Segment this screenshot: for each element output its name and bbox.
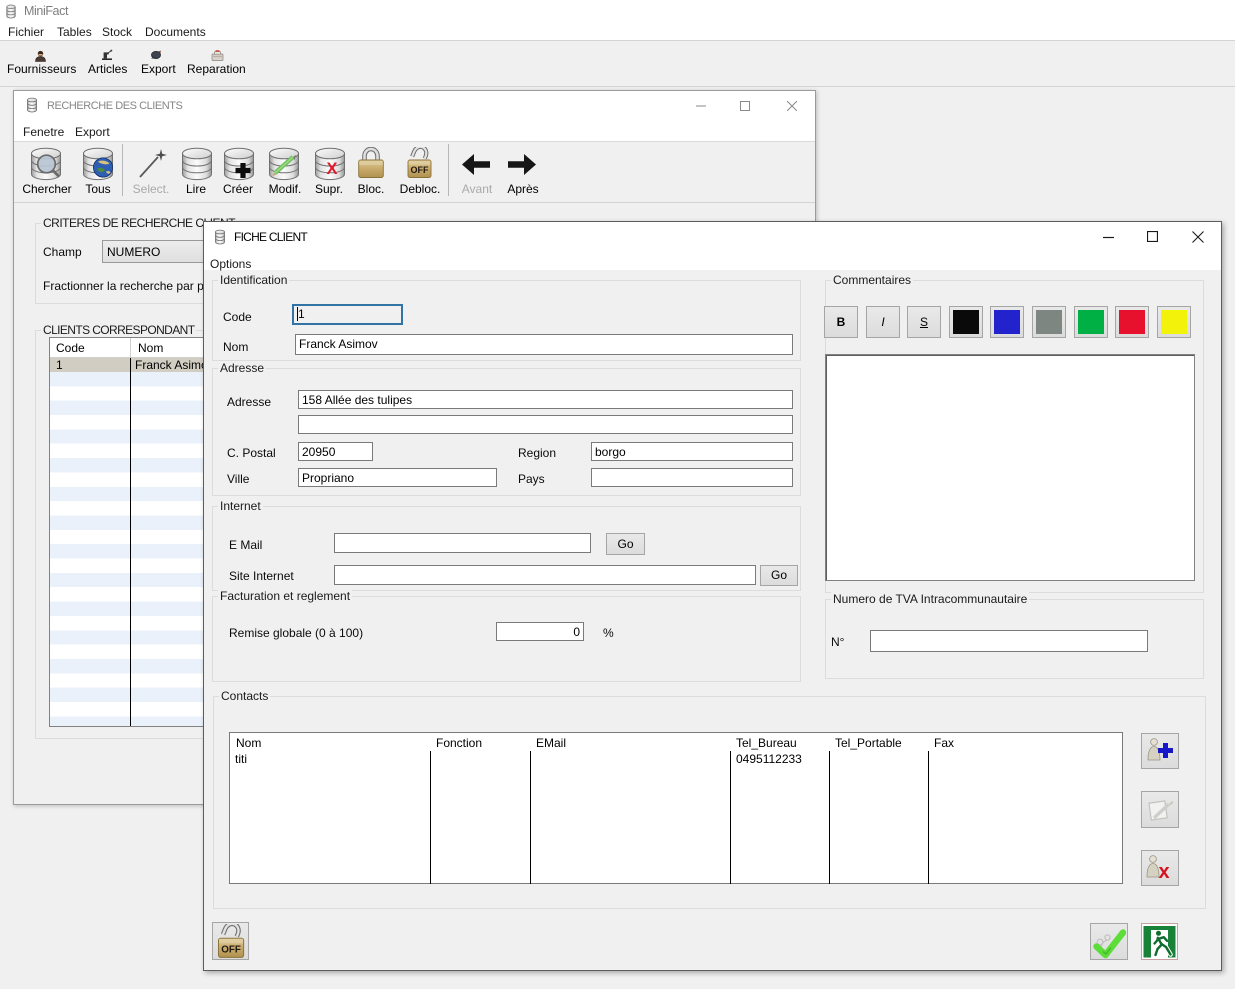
- svg-text:x: x: [1158, 861, 1169, 883]
- svg-text:X: X: [326, 160, 337, 178]
